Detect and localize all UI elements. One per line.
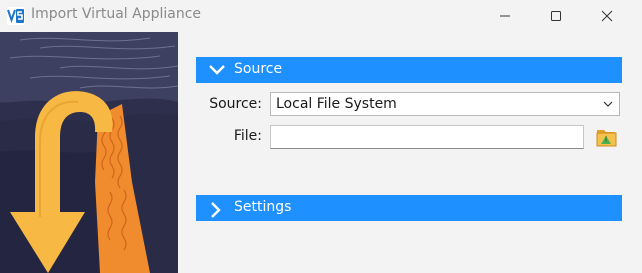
title-bar: Import Virtual Appliance [0,0,642,32]
chevron-down-icon [209,65,225,75]
chevron-down-icon [603,101,613,107]
maximize-icon [551,11,561,21]
settings-section-label: Settings [234,199,292,215]
virtualbox-icon [7,7,25,25]
source-section-header[interactable]: Source [196,57,622,83]
minimize-icon [500,15,510,17]
settings-section-header[interactable]: Settings [196,195,622,221]
close-icon [601,10,613,22]
file-label: File: [233,128,262,144]
wizard-banner-image [0,32,178,273]
maximize-button[interactable] [533,0,579,32]
source-select-value: Local File System [276,96,397,112]
source-label: Source: [209,96,262,112]
minimize-button[interactable] [482,0,528,32]
source-select[interactable]: Local File System [270,92,620,116]
source-section-label: Source [234,61,283,77]
folder-open-icon[interactable] [596,126,618,148]
window-title: Import Virtual Appliance [31,6,202,22]
close-button[interactable] [584,0,630,32]
chevron-right-icon [211,202,221,218]
file-path-input[interactable] [270,125,584,149]
